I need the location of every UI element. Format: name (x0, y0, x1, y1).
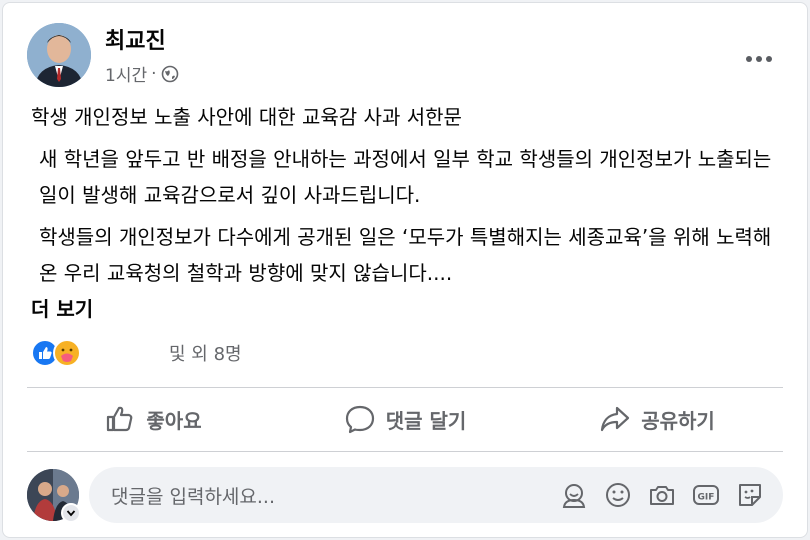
comment-tools: GIF (559, 480, 783, 510)
comment-bubble-icon (345, 405, 374, 434)
globe-icon (161, 65, 179, 83)
share-arrow-icon (601, 406, 630, 432)
post-time[interactable]: 1시간 (105, 61, 147, 86)
more-options-icon[interactable] (741, 49, 777, 69)
comment-input[interactable]: 댓글을 입력하세요... GIF (89, 467, 783, 523)
author-avatar[interactable] (27, 23, 91, 87)
comment-composer: 댓글을 입력하세요... GIF (27, 465, 783, 525)
author-name[interactable]: 최교진 (105, 23, 166, 55)
comment-label: 댓글 달기 (385, 408, 467, 433)
post-paragraph-1: 새 학년을 앞두고 반 배정을 안내하는 과정에서 일부 학교 학생들의 개인정… (39, 147, 772, 207)
divider-bottom (27, 451, 783, 452)
post-body: 학생 개인정보 노출 사안에 대한 교육감 사과 서한문 새 학년을 앞두고 반… (31, 99, 783, 327)
meta-separator: · (151, 63, 157, 84)
comment-placeholder: 댓글을 입력하세요... (111, 485, 275, 508)
gif-icon[interactable]: GIF (691, 480, 721, 510)
thumbs-up-icon (107, 406, 133, 432)
like-button[interactable]: 좋아요 (27, 391, 279, 447)
chevron-down-icon[interactable] (61, 503, 81, 523)
comment-button[interactable]: 댓글 달기 (279, 391, 531, 447)
like-label: 좋아요 (146, 408, 202, 433)
reaction-summary[interactable]: 및 외 8명 (31, 337, 242, 369)
sticker-icon[interactable] (735, 480, 765, 510)
post-title: 학생 개인정보 노출 사안에 대한 교육감 사과 서한문 (31, 105, 462, 129)
post-paragraph-2: 학생들의 개인정보가 다수에게 공개된 일은 ‘모두가 특별해지는 세종교육’을… (39, 225, 772, 285)
action-bar: 좋아요 댓글 달기 공유하기 (27, 391, 783, 447)
see-more-link[interactable]: 더 보기 (31, 291, 783, 327)
share-label: 공유하기 (641, 408, 715, 433)
camera-icon[interactable] (647, 480, 677, 510)
avatar-sticker-icon[interactable] (559, 480, 589, 510)
reaction-count[interactable]: 및 외 8명 (169, 340, 242, 366)
post-meta: 1시간 · (105, 61, 179, 86)
post-header: 최교진 1시간 · (27, 19, 783, 99)
share-button[interactable]: 공유하기 (531, 391, 783, 447)
post-card: 최교진 1시간 · 학생 개인정보 노출 사안에 대한 교육감 사과 서한문 새… (2, 2, 808, 538)
care-reaction-icon (53, 339, 81, 367)
emoji-icon[interactable] (603, 480, 633, 510)
divider-top (27, 387, 783, 388)
svg-text:GIF: GIF (698, 493, 715, 503)
